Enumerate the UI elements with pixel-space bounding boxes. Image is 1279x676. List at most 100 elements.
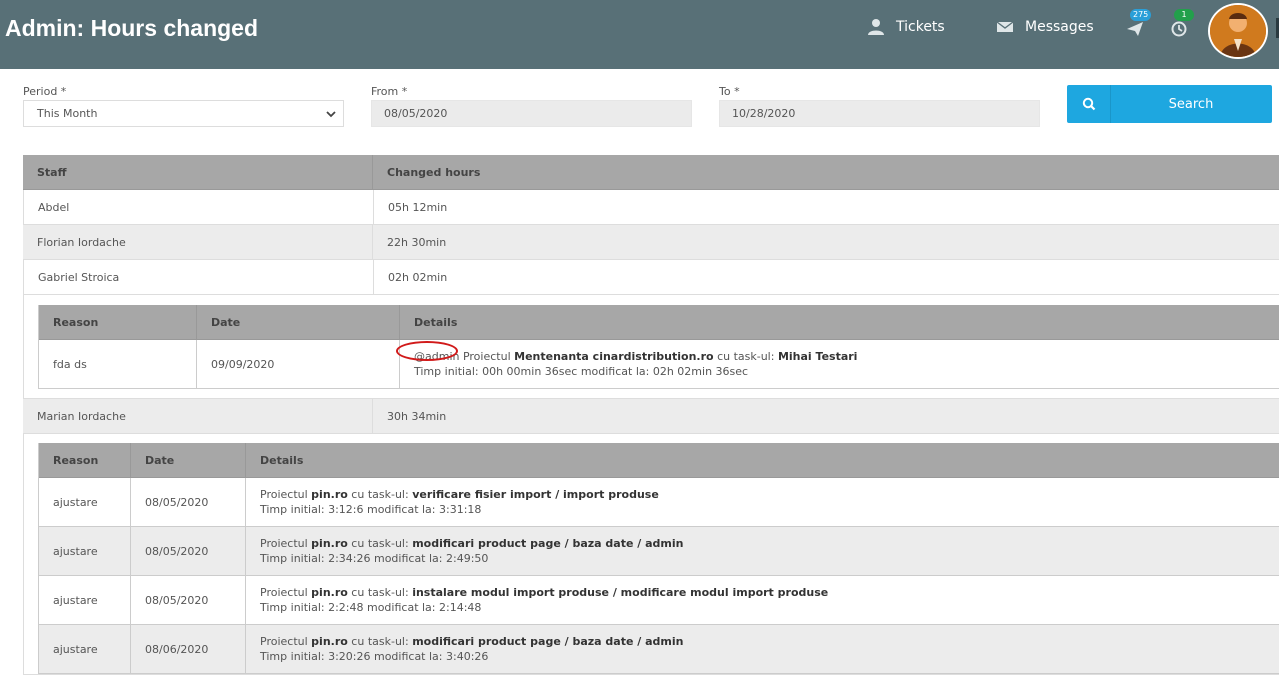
detail-table: Reason Date Details fda ds 09/09/2020 @a… [38,305,1279,389]
detail-row: ajustare 08/05/2020 Proiectul pin.ro cu … [39,478,1279,527]
project-name: pin.ro [311,586,348,599]
column-staff: Staff [23,155,373,189]
reason-cell: fda ds [39,340,197,388]
hours-table: Staff Changed hours Abdel 05h 12min Flor… [23,155,1279,675]
details-text: cu task-ul: [347,586,413,599]
changed-hours: 30h 34min [387,409,447,423]
project-name: Mentenanta cinardistribution.ro [514,350,714,363]
time-change: Timp initial: 3:12:6 modificat la: 3:31:… [260,503,482,516]
time-change: Timp initial: 2:2:48 modificat la: 2:14:… [260,601,482,614]
detail-row: ajustare 08/06/2020 Proiectul pin.ro cu … [39,625,1279,674]
date-cell: 09/09/2020 [197,340,400,388]
staff-name: Marian Iordache [23,399,373,433]
task-name: modificari product page / baza date / ad… [412,537,684,550]
from-label: From * [371,85,408,98]
task-name: verificare fisier import / import produs… [412,488,659,501]
column-changed-hours: Changed hours [387,165,481,179]
details-text: Proiectul [459,350,515,363]
nav-tickets-label: Tickets [896,19,945,35]
nav-messages-label: Messages [1025,19,1094,35]
table-row[interactable]: Florian Iordache 22h 30min [23,225,1279,260]
from-date-input[interactable]: 08/05/2020 [371,100,692,127]
column-reason: Reason [39,443,131,477]
to-date-input[interactable]: 10/28/2020 [719,100,1040,127]
column-details: Details [260,453,304,467]
to-label: To * [719,85,740,98]
changed-hours: 22h 30min [387,235,447,249]
staff-name: Abdel [24,190,374,224]
detail-panel-marian: Reason Date Details ajustare 08/05/2020 … [23,434,1279,675]
detail-row: fda ds 09/09/2020 @admin Proiectul Mente… [39,340,1279,389]
detail-header: Reason Date Details [39,443,1279,478]
user-icon [866,17,886,37]
project-name: pin.ro [311,537,348,550]
reason-cell: ajustare [39,576,131,624]
nav-tickets[interactable]: Tickets [866,16,945,38]
time-change: Timp initial: 3:20:26 modificat la: 3:40… [260,650,489,663]
details-text: Proiectul [260,635,312,648]
history-count-badge: 1 [1174,9,1194,21]
column-reason: Reason [39,305,197,339]
history-icon [1171,21,1187,37]
project-name: pin.ro [311,488,348,501]
details-text: cu task-ul: [347,635,413,648]
sent-notifications[interactable]: 275 [1124,9,1152,36]
search-button[interactable]: Search [1067,85,1272,123]
changed-hours: 05h 12min [388,200,448,214]
date-cell: 08/05/2020 [131,478,246,526]
changed-hours: 02h 02min [388,270,448,284]
staff-name: Gabriel Stroica [24,260,374,294]
table-header: Staff Changed hours [23,155,1279,190]
sent-count-badge: 275 [1130,9,1152,21]
date-cell: 08/05/2020 [131,527,246,575]
detail-row: ajustare 08/05/2020 Proiectul pin.ro cu … [39,527,1279,576]
details-cell: @admin Proiectul Mentenanta cinardistrib… [400,340,857,388]
detail-panel-gabriel: Reason Date Details fda ds 09/09/2020 @a… [23,295,1279,399]
staff-name: Florian Iordache [23,225,373,259]
reason-cell: ajustare [39,478,131,526]
details-cell: Proiectul pin.ro cu task-ul: verificare … [246,478,659,526]
details-text: cu task-ul: [713,350,778,363]
details-cell: Proiectul pin.ro cu task-ul: modificari … [246,527,683,575]
search-icon [1067,85,1111,123]
envelope-icon [995,17,1015,37]
date-cell: 08/05/2020 [131,576,246,624]
nav-messages[interactable]: Messages [995,16,1094,38]
period-value: This Month [37,107,98,120]
search-button-label: Search [1168,96,1214,112]
mention-link[interactable]: @admin [414,350,459,363]
paper-plane-icon [1127,22,1143,36]
detail-table: Reason Date Details ajustare 08/05/2020 … [38,443,1279,674]
detail-header: Reason Date Details [39,305,1279,340]
reason-cell: ajustare [39,625,131,673]
task-name: Mihai Testari [777,350,858,363]
details-text: Proiectul [260,488,312,501]
chevron-down-icon [325,108,337,123]
table-row[interactable]: Abdel 05h 12min [23,190,1279,225]
date-cell: 08/06/2020 [131,625,246,673]
period-select[interactable]: This Month [23,100,344,127]
time-change: Timp initial: 2:34:26 modificat la: 2:49… [260,552,489,565]
details-text: Proiectul [260,586,312,599]
details-text: cu task-ul: [347,488,413,501]
reason-cell: ajustare [39,527,131,575]
details-text: cu task-ul: [347,537,413,550]
page-title: Admin: Hours changed [5,15,259,41]
table-row[interactable]: Gabriel Stroica 02h 02min [23,260,1279,295]
table-row[interactable]: Marian Iordache 30h 34min [23,399,1279,434]
column-date: Date [197,305,400,339]
history-notifications[interactable]: 1 [1168,9,1194,37]
details-text: Proiectul [260,537,312,550]
time-change: Timp initial: 00h 00min 36sec modificat … [414,365,749,378]
top-bar: Admin: Hours changed Tickets Messages 27… [0,0,1279,69]
task-name: instalare modul import produse / modific… [412,586,829,599]
avatar[interactable] [1208,3,1268,59]
task-name: modificari product page / baza date / ad… [412,635,684,648]
detail-row: ajustare 08/05/2020 Proiectul pin.ro cu … [39,576,1279,625]
details-cell: Proiectul pin.ro cu task-ul: instalare m… [246,576,828,624]
column-date: Date [131,443,246,477]
project-name: pin.ro [311,635,348,648]
details-cell: Proiectul pin.ro cu task-ul: modificari … [246,625,683,673]
period-label: Period * [23,85,67,98]
column-details: Details [414,315,458,329]
